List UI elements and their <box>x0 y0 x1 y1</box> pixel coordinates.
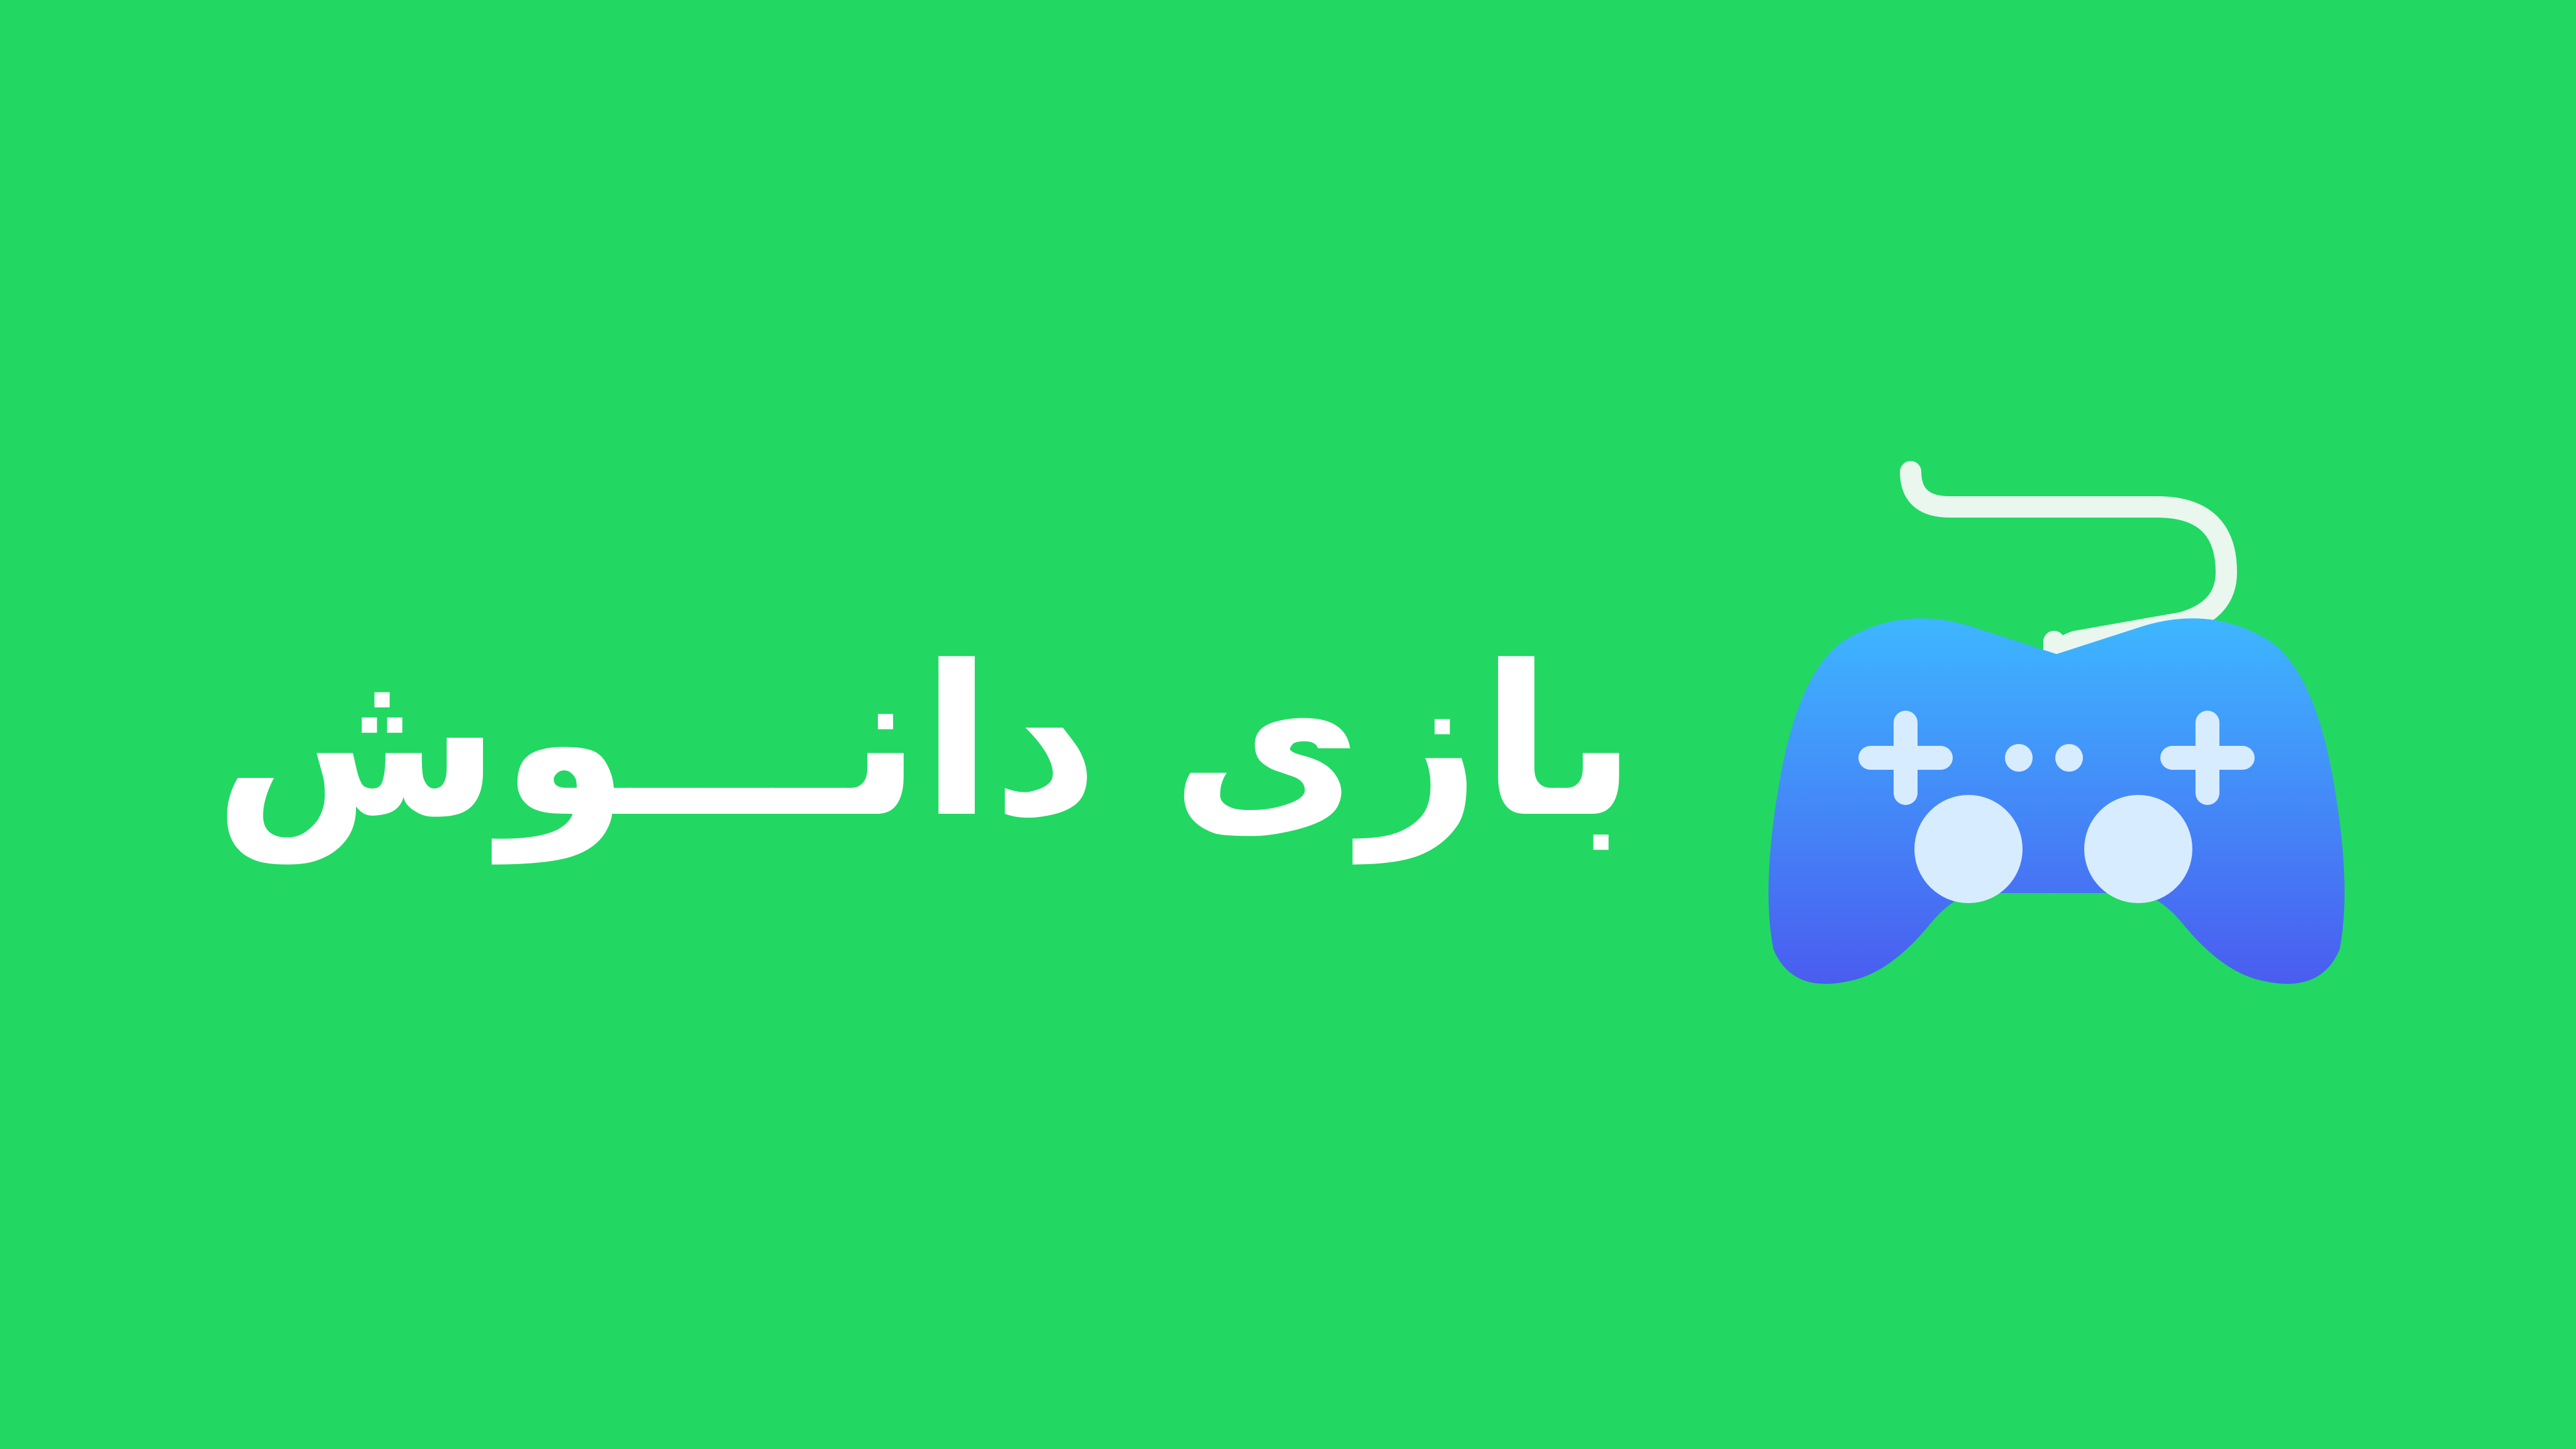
brand-title: بازی دانـــوش <box>214 621 1637 863</box>
brand-banner: بازی دانـــوش <box>0 0 2576 1449</box>
gamepad-icon <box>1748 453 2365 994</box>
